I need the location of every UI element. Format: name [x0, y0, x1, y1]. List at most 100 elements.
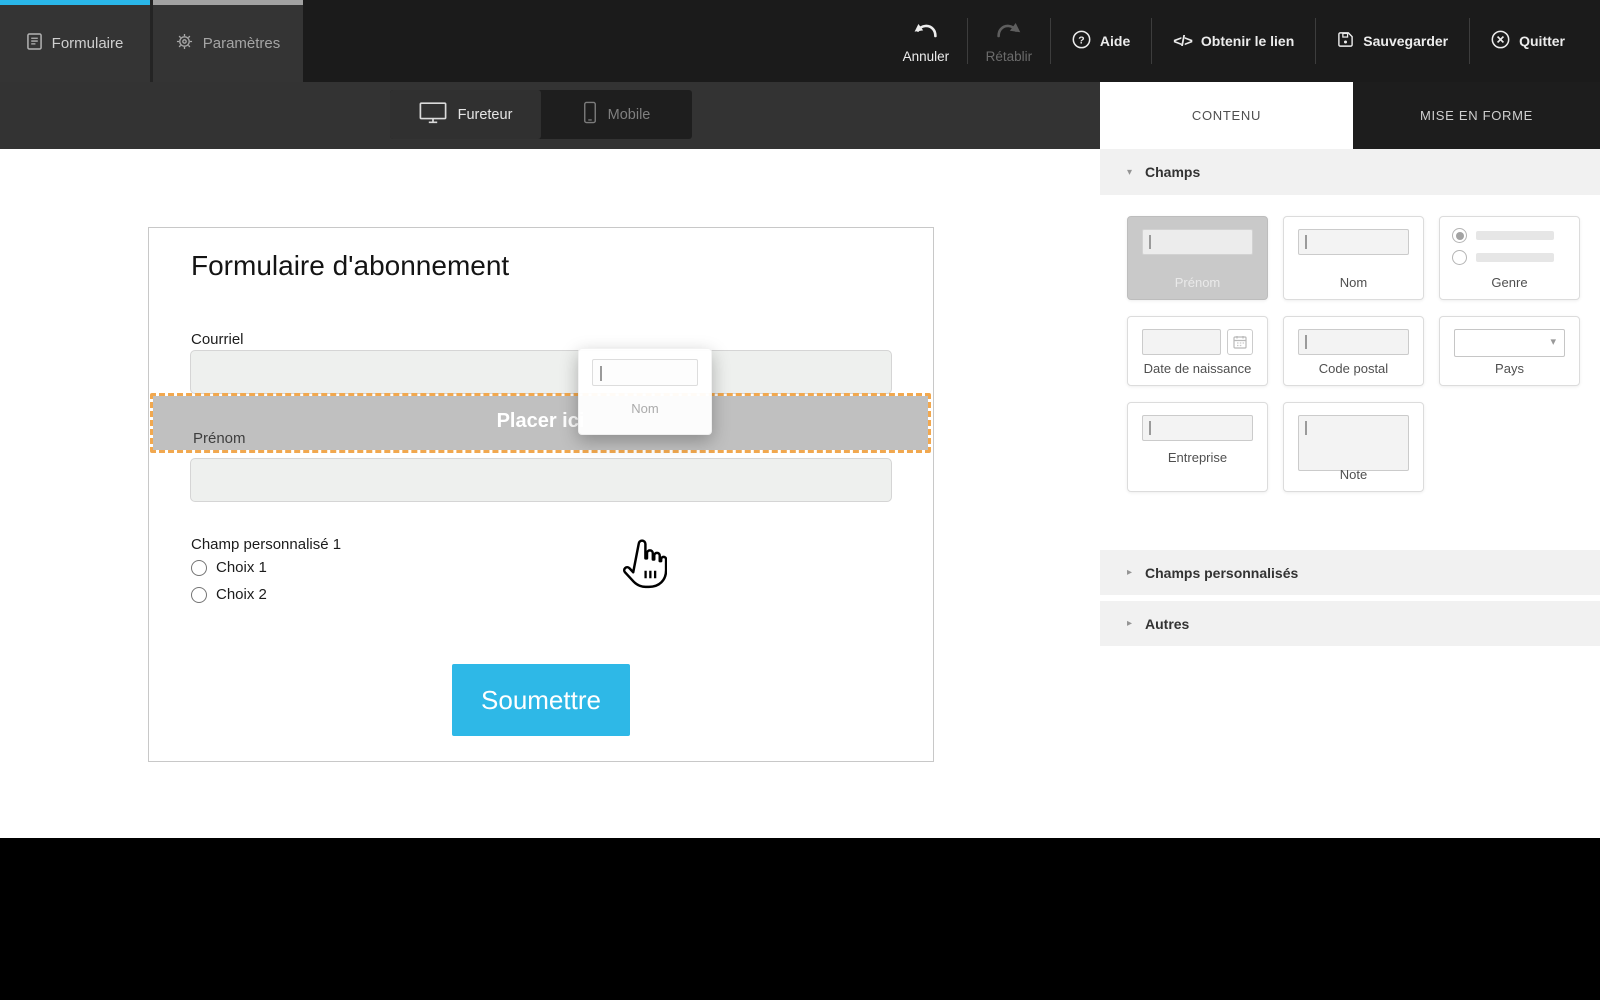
field-card-note[interactable]: Note — [1283, 402, 1424, 492]
panel-tabs: CONTENU MISE EN FORME — [1100, 82, 1600, 149]
tab-formulaire-label: Formulaire — [52, 35, 124, 52]
text-input-mockup — [592, 359, 698, 386]
text-input-mockup — [1142, 329, 1221, 355]
field-card-label: Date de naissance — [1128, 361, 1267, 376]
field-card-label: Nom — [1284, 275, 1423, 290]
field-card-prenom[interactable]: Prénom — [1127, 216, 1268, 300]
redo-label: Rétablir — [986, 49, 1033, 64]
toolbar-actions: Annuler Rétablir ? Aide </> Obtenir le l… — [885, 0, 1600, 82]
save-label: Sauvegarder — [1363, 33, 1448, 49]
field-card-nom[interactable]: Nom — [1283, 216, 1424, 300]
quit-label: Quitter — [1519, 33, 1565, 49]
select-dropdown-mockup: ▾ — [1454, 329, 1565, 357]
tab-contenu[interactable]: CONTENU — [1100, 82, 1353, 149]
field-card-date-naissance[interactable]: Date de naissance — [1127, 316, 1268, 386]
tab-formulaire[interactable]: Formulaire — [0, 0, 150, 82]
custom-field-label: Champ personnalisé 1 — [191, 536, 341, 553]
help-question-icon: ? — [1072, 30, 1091, 52]
option-text-bar — [1476, 231, 1554, 240]
form-builder-app: Formulaire Paramètres Annuler — [0, 0, 1600, 1000]
text-cursor-icon — [1149, 421, 1151, 435]
calendar-icon — [1227, 329, 1253, 355]
redo-button[interactable]: Rétablir — [968, 19, 1050, 64]
radio-icon — [191, 560, 207, 576]
section-autres[interactable]: ▸ Autres — [1100, 601, 1600, 646]
field-card-pays[interactable]: ▾ Pays — [1439, 316, 1580, 386]
dragged-field-label: Nom — [579, 401, 711, 416]
code-icon: </> — [1173, 33, 1192, 50]
editor-canvas: Fureteur Mobile Formulaire d'abonnement … — [0, 82, 1100, 838]
choice-1-label: Choix 1 — [216, 559, 267, 576]
radio-option-mockup — [1452, 250, 1554, 265]
text-input-mockup — [1142, 415, 1253, 441]
field-card-code-postal[interactable]: Code postal — [1283, 316, 1424, 386]
field-library: Prénom Nom — [1100, 195, 1600, 544]
choice-1-option[interactable]: Choix 1 — [191, 559, 267, 576]
device-toggle: Fureteur Mobile — [390, 90, 692, 139]
mobile-phone-icon — [583, 100, 597, 129]
settings-panel: CONTENU MISE EN FORME ▾ Champs Prénom — [1100, 82, 1600, 838]
field-card-entreprise[interactable]: Entreprise — [1127, 402, 1268, 492]
email-input[interactable] — [190, 350, 892, 394]
text-cursor-icon — [1305, 421, 1307, 435]
tab-parametres[interactable]: Paramètres — [153, 0, 303, 82]
section-champs[interactable]: ▾ Champs — [1100, 149, 1600, 195]
radio-selected-icon — [1452, 228, 1467, 243]
undo-icon — [912, 21, 939, 44]
radio-option-mockup — [1452, 228, 1554, 243]
dragged-field-card: Nom — [578, 348, 712, 435]
device-option-mobile[interactable]: Mobile — [541, 90, 692, 139]
svg-text:?: ? — [1078, 35, 1084, 46]
chevron-right-icon: ▸ — [1127, 567, 1137, 578]
field-card-label: Pays — [1440, 361, 1579, 376]
field-card-label: Genre — [1440, 275, 1579, 290]
tab-parametres-label: Paramètres — [203, 35, 281, 52]
quit-button[interactable]: Quitter — [1470, 30, 1586, 52]
field-card-label: Entreprise — [1128, 450, 1267, 465]
tab-mise-en-forme[interactable]: MISE EN FORME — [1353, 82, 1600, 149]
device-mobile-label: Mobile — [608, 107, 651, 123]
text-cursor-icon — [1305, 335, 1307, 349]
drag-drop-zone[interactable]: Placer ici Prénom — [150, 393, 931, 453]
close-circle-icon — [1491, 30, 1510, 52]
letterbox-band — [0, 838, 1600, 1000]
text-cursor-icon — [1149, 235, 1151, 249]
help-label: Aide — [1100, 33, 1130, 49]
form-preview-area: Formulaire d'abonnement Courriel Champ p… — [0, 149, 1100, 838]
workspace: Fureteur Mobile Formulaire d'abonnement … — [0, 82, 1600, 838]
main-tabs: Formulaire Paramètres — [0, 0, 303, 82]
field-card-label: Code postal — [1284, 361, 1423, 376]
radio-icon — [1452, 250, 1467, 265]
section-autres-label: Autres — [1145, 616, 1189, 632]
save-button[interactable]: Sauvegarder — [1316, 31, 1469, 51]
email-field-label: Courriel — [191, 331, 244, 348]
section-custom-label: Champs personnalisés — [1145, 565, 1298, 581]
dropzone-text: Placer ici — [153, 410, 928, 433]
firstname-input[interactable] — [190, 458, 892, 502]
monitor-icon — [419, 101, 447, 128]
radio-icon — [191, 587, 207, 603]
redo-icon — [995, 21, 1022, 44]
get-link-label: Obtenir le lien — [1201, 33, 1294, 49]
help-button[interactable]: ? Aide — [1051, 30, 1151, 52]
option-text-bar — [1476, 253, 1554, 262]
form-title: Formulaire d'abonnement — [191, 250, 509, 282]
section-champs-label: Champs — [1145, 164, 1200, 180]
device-option-browser[interactable]: Fureteur — [390, 90, 541, 139]
device-toolbar: Fureteur Mobile — [0, 82, 1100, 149]
choice-2-option[interactable]: Choix 2 — [191, 586, 267, 603]
undo-button[interactable]: Annuler — [885, 19, 967, 64]
chevron-down-icon: ▾ — [1127, 167, 1137, 178]
get-link-button[interactable]: </> Obtenir le lien — [1152, 33, 1315, 50]
field-card-label: Prénom — [1128, 275, 1267, 290]
section-champs-personnalises[interactable]: ▸ Champs personnalisés — [1100, 550, 1600, 595]
top-toolbar: Formulaire Paramètres Annuler — [0, 0, 1600, 82]
hand-cursor-icon — [621, 539, 667, 597]
choice-2-label: Choix 2 — [216, 586, 267, 603]
field-card-genre[interactable]: Genre — [1439, 216, 1580, 300]
chevron-down-icon: ▾ — [1550, 335, 1556, 348]
submit-button[interactable]: Soumettre — [452, 664, 630, 736]
text-input-mockup — [1298, 229, 1409, 255]
dropzone-firstname-label: Prénom — [193, 430, 246, 447]
form-preview-card: Formulaire d'abonnement Courriel Champ p… — [148, 227, 934, 762]
